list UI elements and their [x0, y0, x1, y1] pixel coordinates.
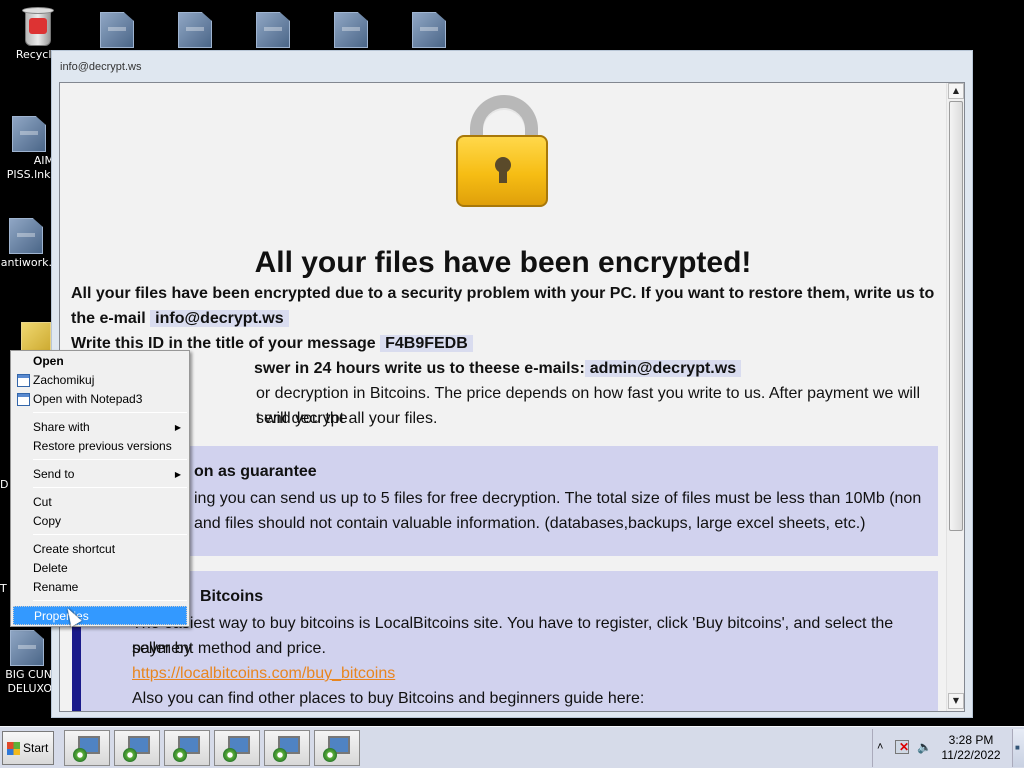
ransom-note-content: All your files have been encrypted! All … [60, 83, 946, 711]
guarantee-box: on as guarantee ing you can send us up t… [72, 446, 938, 556]
menu-item-share-with[interactable]: Share with ▶ [13, 418, 187, 437]
desktop-icon-label: antiwork. [0, 256, 52, 269]
desktop-icon-file[interactable] [160, 12, 230, 50]
taskbar-program-button[interactable] [64, 730, 110, 766]
bitcoins-line-2: payment method and price. [132, 640, 326, 657]
bitcoins-line-3: Also you can find other places to buy Bi… [132, 690, 645, 707]
intro-paragraph: All your files have been encrypted due t… [71, 281, 941, 331]
desktop-icon-label: PISS.lnk. [6, 168, 54, 181]
menu-item-send-to[interactable]: Send to ▶ [13, 465, 187, 484]
menu-item-open[interactable]: Open [13, 352, 187, 371]
bitcoins-box: Bitcoins The easiest way to buy bitcoins… [72, 571, 938, 711]
file-icon [100, 12, 134, 48]
menu-item-restore-previous[interactable]: Restore previous versions [13, 437, 187, 456]
desktop-icon-label: AIM [33, 154, 54, 167]
contact-email: info@decrypt.ws [150, 310, 289, 327]
answer-line: swer in 24 hours write us to theese e-ma… [254, 356, 934, 381]
disc-icon [323, 748, 337, 762]
answer-prefix: swer in 24 hours write us to theese e-ma… [254, 360, 585, 377]
notepad-icon [17, 393, 30, 406]
disc-icon [223, 748, 237, 762]
window-client-area: All your files have been encrypted! All … [59, 82, 965, 712]
menu-item-zachomikuj[interactable]: Zachomikuj [13, 371, 187, 390]
menu-item-label: Open with Notepad3 [33, 392, 143, 406]
volume-icon[interactable]: 🔈 [917, 740, 932, 754]
application-icon [17, 374, 30, 387]
file-icon [10, 630, 44, 666]
menu-item-properties[interactable]: Properties [13, 606, 187, 625]
menu-item-delete[interactable]: Delete [13, 559, 187, 578]
start-button[interactable]: Start [2, 731, 54, 765]
action-center-icon[interactable] [895, 740, 909, 754]
menu-separator [33, 487, 187, 488]
clock[interactable]: 3:28 PM 11/22/2022 [941, 733, 1001, 763]
menu-separator [33, 412, 187, 413]
bitcoins-title: Bitcoins [200, 588, 264, 605]
windows-logo-icon [7, 742, 20, 755]
file-icon [178, 12, 212, 48]
clock-date: 11/22/2022 [941, 748, 1001, 762]
menu-item-label: Share with [33, 420, 90, 434]
file-icon [256, 12, 290, 48]
system-tray: ˄ 🔈 3:28 PM 11/22/2022 ■ [872, 729, 1024, 767]
taskbar-program-button[interactable] [114, 730, 160, 766]
file-icon [334, 12, 368, 48]
payment-line-2: t will decrypt all your files. [256, 410, 438, 427]
show-hidden-icons-icon[interactable]: ˄ [877, 741, 883, 753]
desktop-icon-aim[interactable]: AIM PISS.lnk. [4, 116, 54, 182]
taskbar: Start ˄ 🔈 3:28 PM 11/22/2022 ■ [0, 726, 1024, 768]
guarantee-line-2: and files should not contain valuable in… [194, 515, 866, 532]
disc-icon [273, 748, 287, 762]
guarantee-line-1: ing you can send us up to 5 files for fr… [194, 490, 922, 507]
desktop-icon-file[interactable] [316, 12, 386, 50]
desktop-icon-file[interactable] [394, 12, 464, 50]
menu-separator [33, 459, 187, 460]
start-label: Start [23, 741, 49, 755]
desktop-icon-file[interactable] [82, 12, 152, 50]
page-title: All your files have been encrypted! [254, 246, 752, 279]
id-line: Write this ID in the title of your messa… [71, 331, 941, 356]
scroll-down-icon[interactable]: ▼ [948, 693, 964, 709]
context-menu: Open Zachomikuj Open with Notepad3 Share… [10, 350, 190, 627]
menu-separator [33, 600, 187, 601]
menu-item-rename[interactable]: Rename [13, 578, 187, 597]
taskbar-program-button[interactable] [264, 730, 310, 766]
scrollbar-thumb[interactable] [949, 101, 963, 531]
menu-item-label: Send to [33, 467, 75, 481]
taskbar-program-button[interactable] [314, 730, 360, 766]
taskbar-program-button[interactable] [214, 730, 260, 766]
desktop-icon-antiwork[interactable]: antiwork. [0, 218, 52, 270]
scroll-up-icon[interactable]: ▲ [948, 83, 964, 99]
desktop-icon-label: BIG CUN [5, 668, 52, 681]
submenu-arrow-icon: ▶ [174, 423, 181, 432]
admin-email: admin@decrypt.ws [584, 360, 742, 377]
window-title[interactable]: info@decrypt.ws [52, 51, 972, 77]
guarantee-title: on as guarantee [194, 463, 317, 480]
file-icon [9, 218, 43, 254]
desktop-icon-file[interactable] [238, 12, 308, 50]
desktop-icon-label: DELUXO [7, 682, 52, 695]
taskbar-program-button[interactable] [164, 730, 210, 766]
localbitcoins-link[interactable]: https://localbitcoins.com/buy_bitcoins [132, 661, 912, 686]
file-icon [412, 12, 446, 48]
menu-item-open-with-notepad[interactable]: Open with Notepad3 [13, 390, 187, 409]
show-desktop-button[interactable]: ■ [1012, 729, 1024, 767]
menu-item-copy[interactable]: Copy [13, 512, 187, 531]
menu-separator [33, 534, 187, 535]
vertical-scrollbar[interactable]: ▲ ▼ [946, 83, 964, 711]
show-desktop-icon: ■ [1015, 743, 1020, 752]
recycle-bin-icon [19, 4, 55, 48]
padlock-icon [456, 95, 552, 209]
victim-id: F4B9FEDB [380, 335, 473, 352]
desktop-icon-big-cun[interactable]: BIG CUN DELUXO [2, 630, 52, 696]
menu-item-create-shortcut[interactable]: Create shortcut [13, 540, 187, 559]
disc-icon [173, 748, 187, 762]
disc-icon [123, 748, 137, 762]
menu-item-label: Zachomikuj [33, 373, 95, 387]
submenu-arrow-icon: ▶ [174, 470, 181, 479]
file-icon [12, 116, 46, 152]
menu-item-cut[interactable]: Cut [13, 493, 187, 512]
clock-time: 3:28 PM [948, 733, 994, 747]
disc-icon [73, 748, 87, 762]
